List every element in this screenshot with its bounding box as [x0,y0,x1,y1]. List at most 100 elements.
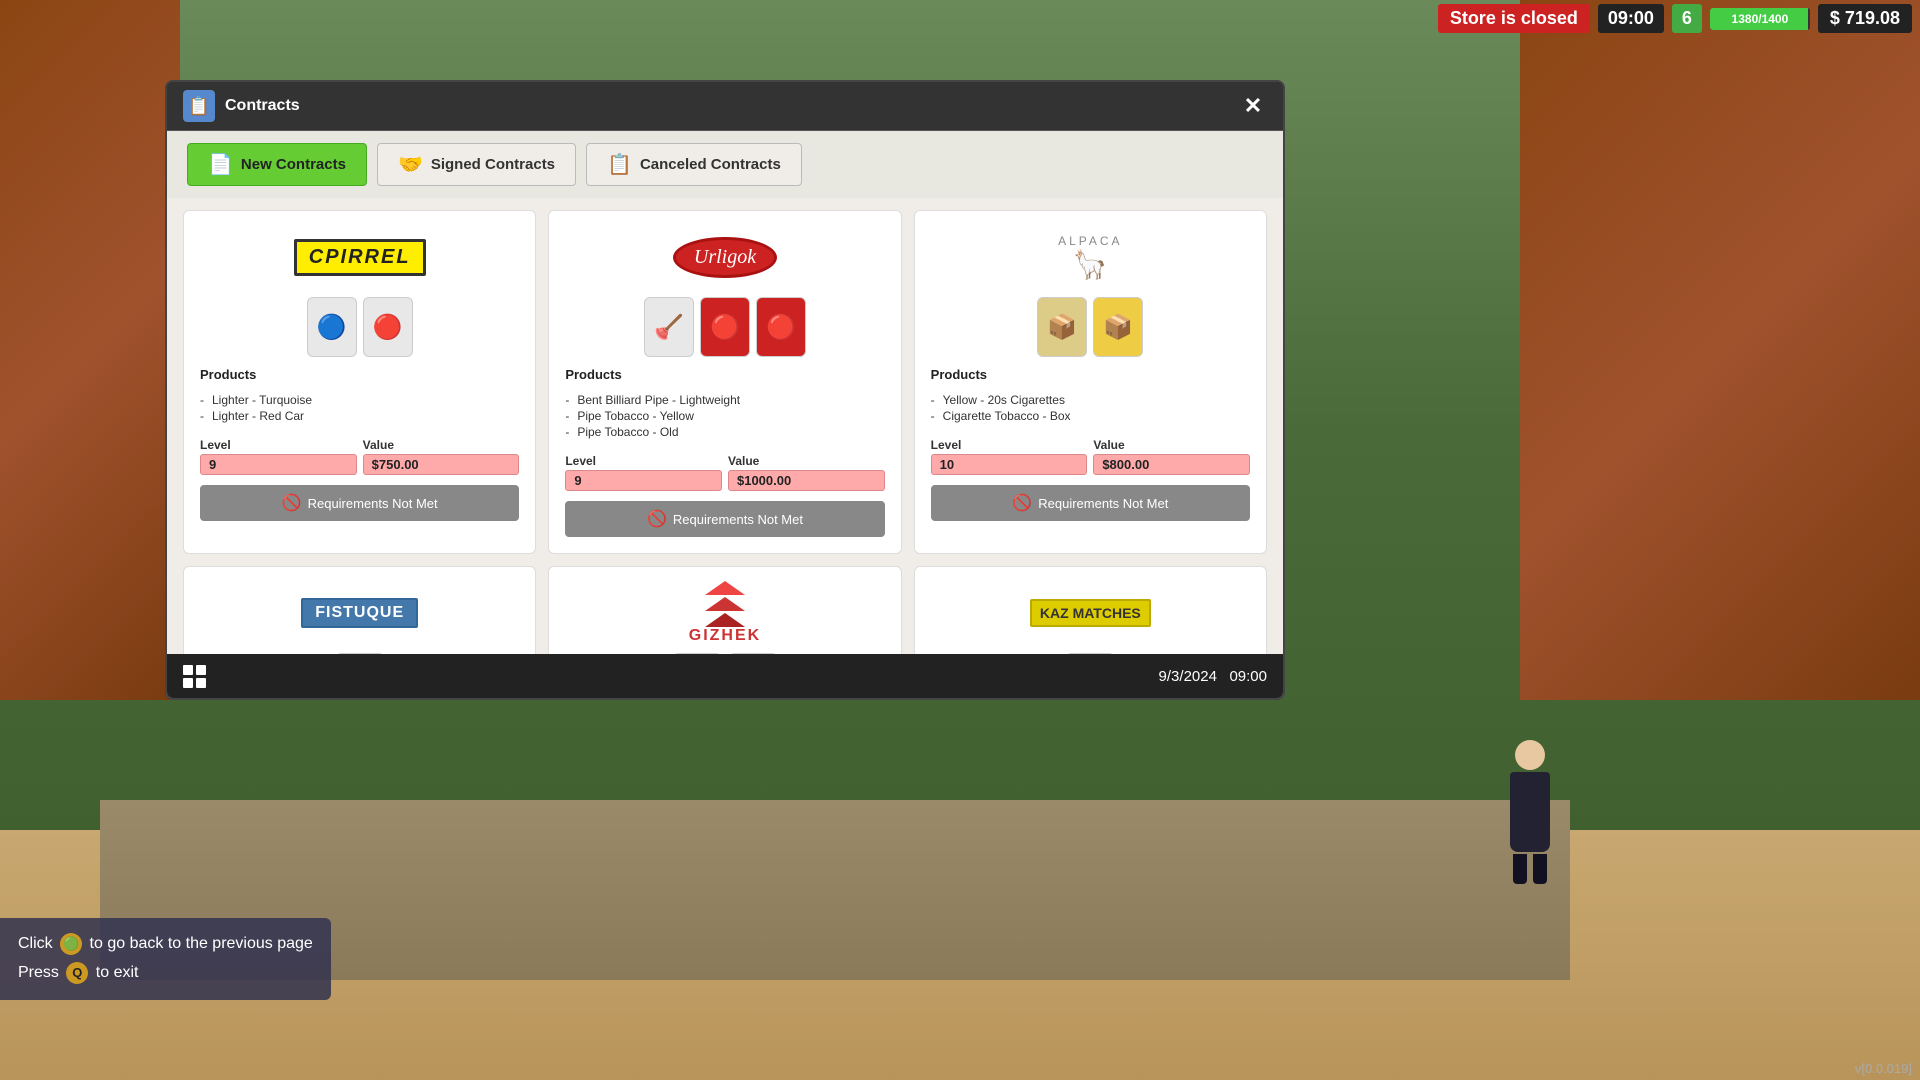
product-img-tobacco-old: 🔴 [756,297,806,357]
gizhek-logo: GIZHEK [565,583,884,643]
urligok-level-label: Level [565,454,722,468]
hint-exit: Press Q to exit [18,959,313,988]
cpirrel-value-group: Value $750.00 [363,438,520,475]
list-item: Yellow - 20s Cigarettes [931,392,1250,408]
alpaca-product-images: 📦 📦 [931,297,1250,357]
cpirrel-logo-text: CPIRREL [294,239,426,276]
urligok-value-group: Value $1000.00 [728,454,885,491]
urligok-stats: Level 9 Value $1000.00 [565,454,884,491]
contract-card-cpirrel: CPIRREL 🔵 🔴 Products Lighter - Turquoise… [183,210,536,554]
cpirrel-product-images: 🔵 🔴 [200,297,519,357]
kaz-logo-text: KAZ MATCHES [1030,599,1151,627]
urligok-level-value: 9 [565,470,722,491]
background-person [1500,740,1560,880]
modal-tabs: 📄 New Contracts 🤝 Signed Contracts 📋 Can… [167,131,1283,198]
modal-footer: 9/3/2024 09:00 [167,654,1283,698]
alpaca-value-label: Value [1093,438,1250,452]
cpirrel-value-value: $750.00 [363,454,520,475]
product-img-lighter-blue: 🔵 [307,297,357,357]
alpaca-req-label: Requirements Not Met [1038,496,1168,511]
alpaca-value-value: $800.00 [1093,454,1250,475]
urligok-value-label: Value [728,454,885,468]
hud-exp-bar: 1380/1400 [1710,8,1810,30]
alpaca-level-group: Level 10 [931,438,1088,475]
store-status-badge: Store is closed [1438,4,1590,33]
alpaca-logo-text: ALPACA [1058,234,1122,248]
tab-canceled-contracts[interactable]: 📋 Canceled Contracts [586,143,802,186]
modal-close-button[interactable]: ✕ [1239,92,1267,120]
back-key-icon: 🟢 [60,933,82,955]
grid-icon [183,665,206,688]
urligok-requirements-button[interactable]: 🚫 Requirements Not Met [565,501,884,537]
cpirrel-logo: CPIRREL [200,227,519,287]
grid-dot-4 [196,678,206,688]
cpirrel-level-label: Level [200,438,357,452]
gizhek-chevron-1 [705,581,745,595]
cpirrel-products-label: Products [200,367,519,382]
person-leg-left [1513,854,1527,884]
tab-canceled-contracts-label: Canceled Contracts [640,156,781,173]
tab-new-contracts-label: New Contracts [241,156,346,173]
building-right [1520,0,1920,700]
alpaca-product-list: Yellow - 20s Cigarettes Cigarette Tobacc… [931,392,1250,424]
req-not-met-icon-2: 🚫 [647,509,667,529]
hud-level: 6 [1672,4,1702,33]
list-item: Cigarette Tobacco - Box [931,408,1250,424]
hint-back: Click 🟢 to go back to the previous page [18,930,313,959]
modal-title: Contracts [225,97,300,115]
list-item: Pipe Tobacco - Yellow [565,408,884,424]
tab-signed-contracts[interactable]: 🤝 Signed Contracts [377,143,576,186]
alpaca-value-group: Value $800.00 [1093,438,1250,475]
person-body [1510,772,1550,852]
req-not-met-icon: 🚫 [282,493,302,513]
alpaca-stats: Level 10 Value $800.00 [931,438,1250,475]
list-item: Lighter - Turquoise [200,392,519,408]
cpirrel-level-group: Level 9 [200,438,357,475]
modal-title-left: 📋 Contracts [183,90,300,122]
hud-exp-text: 1380/1400 [1710,8,1810,30]
tab-new-contracts[interactable]: 📄 New Contracts [187,143,367,186]
urligok-product-images: 🪠 🔴 🔴 [565,297,884,357]
urligok-product-list: Bent Billiard Pipe - Lightweight Pipe To… [565,392,884,440]
alpaca-logo-content: ALPACA 🦙 [1058,234,1122,281]
contract-card-urligok: Urligok 🪠 🔴 🔴 Products Bent Billiard Pip… [548,210,901,554]
product-img-cig-box: 📦 [1093,297,1143,357]
person-head [1515,740,1545,770]
grid-dot-2 [196,665,206,675]
cpirrel-requirements-button[interactable]: 🚫 Requirements Not Met [200,485,519,521]
urligok-value-value: $1000.00 [728,470,885,491]
building-left [0,0,180,700]
cpirrel-level-value: 9 [200,454,357,475]
hud-money: $ 719.08 [1818,4,1912,33]
gizhek-chevrons [705,581,745,627]
product-img-pipe: 🪠 [644,297,694,357]
contracts-grid: CPIRREL 🔵 🔴 Products Lighter - Turquoise… [183,210,1267,700]
cpirrel-value-label: Value [363,438,520,452]
urligok-req-label: Requirements Not Met [673,512,803,527]
urligok-logo: Urligok [565,227,884,287]
alpaca-level-label: Level [931,438,1088,452]
top-hud: Store is closed 09:00 6 1380/1400 $ 719.… [1430,0,1920,37]
alpaca-level-value: 10 [931,454,1088,475]
product-img-cigarettes: 📦 [1037,297,1087,357]
person-leg-right [1533,854,1547,884]
alpaca-logo: ALPACA 🦙 [931,227,1250,287]
kaz-logo: KAZ MATCHES [931,583,1250,643]
hud-time: 09:00 [1598,4,1664,33]
cpirrel-req-label: Requirements Not Met [308,496,438,511]
cpirrel-stats: Level 9 Value $750.00 [200,438,519,475]
list-item: Lighter - Red Car [200,408,519,424]
contracts-icon: 📋 [183,90,215,122]
list-item: Bent Billiard Pipe - Lightweight [565,392,884,408]
signed-contracts-icon: 🤝 [398,152,423,177]
contracts-modal: 📋 Contracts ✕ 📄 New Contracts 🤝 Signed C… [165,80,1285,700]
urligok-products-label: Products [565,367,884,382]
gizhek-logo-content: GIZHEK [689,581,761,645]
cpirrel-product-list: Lighter - Turquoise Lighter - Red Car [200,392,519,424]
alpaca-products-label: Products [931,367,1250,382]
list-item: Pipe Tobacco - Old [565,424,884,440]
alpaca-requirements-button[interactable]: 🚫 Requirements Not Met [931,485,1250,521]
urligok-logo-text: Urligok [673,237,777,278]
footer-time: 09:00 [1229,668,1267,685]
fistuque-logo-text: FISTUQUE [301,598,418,628]
